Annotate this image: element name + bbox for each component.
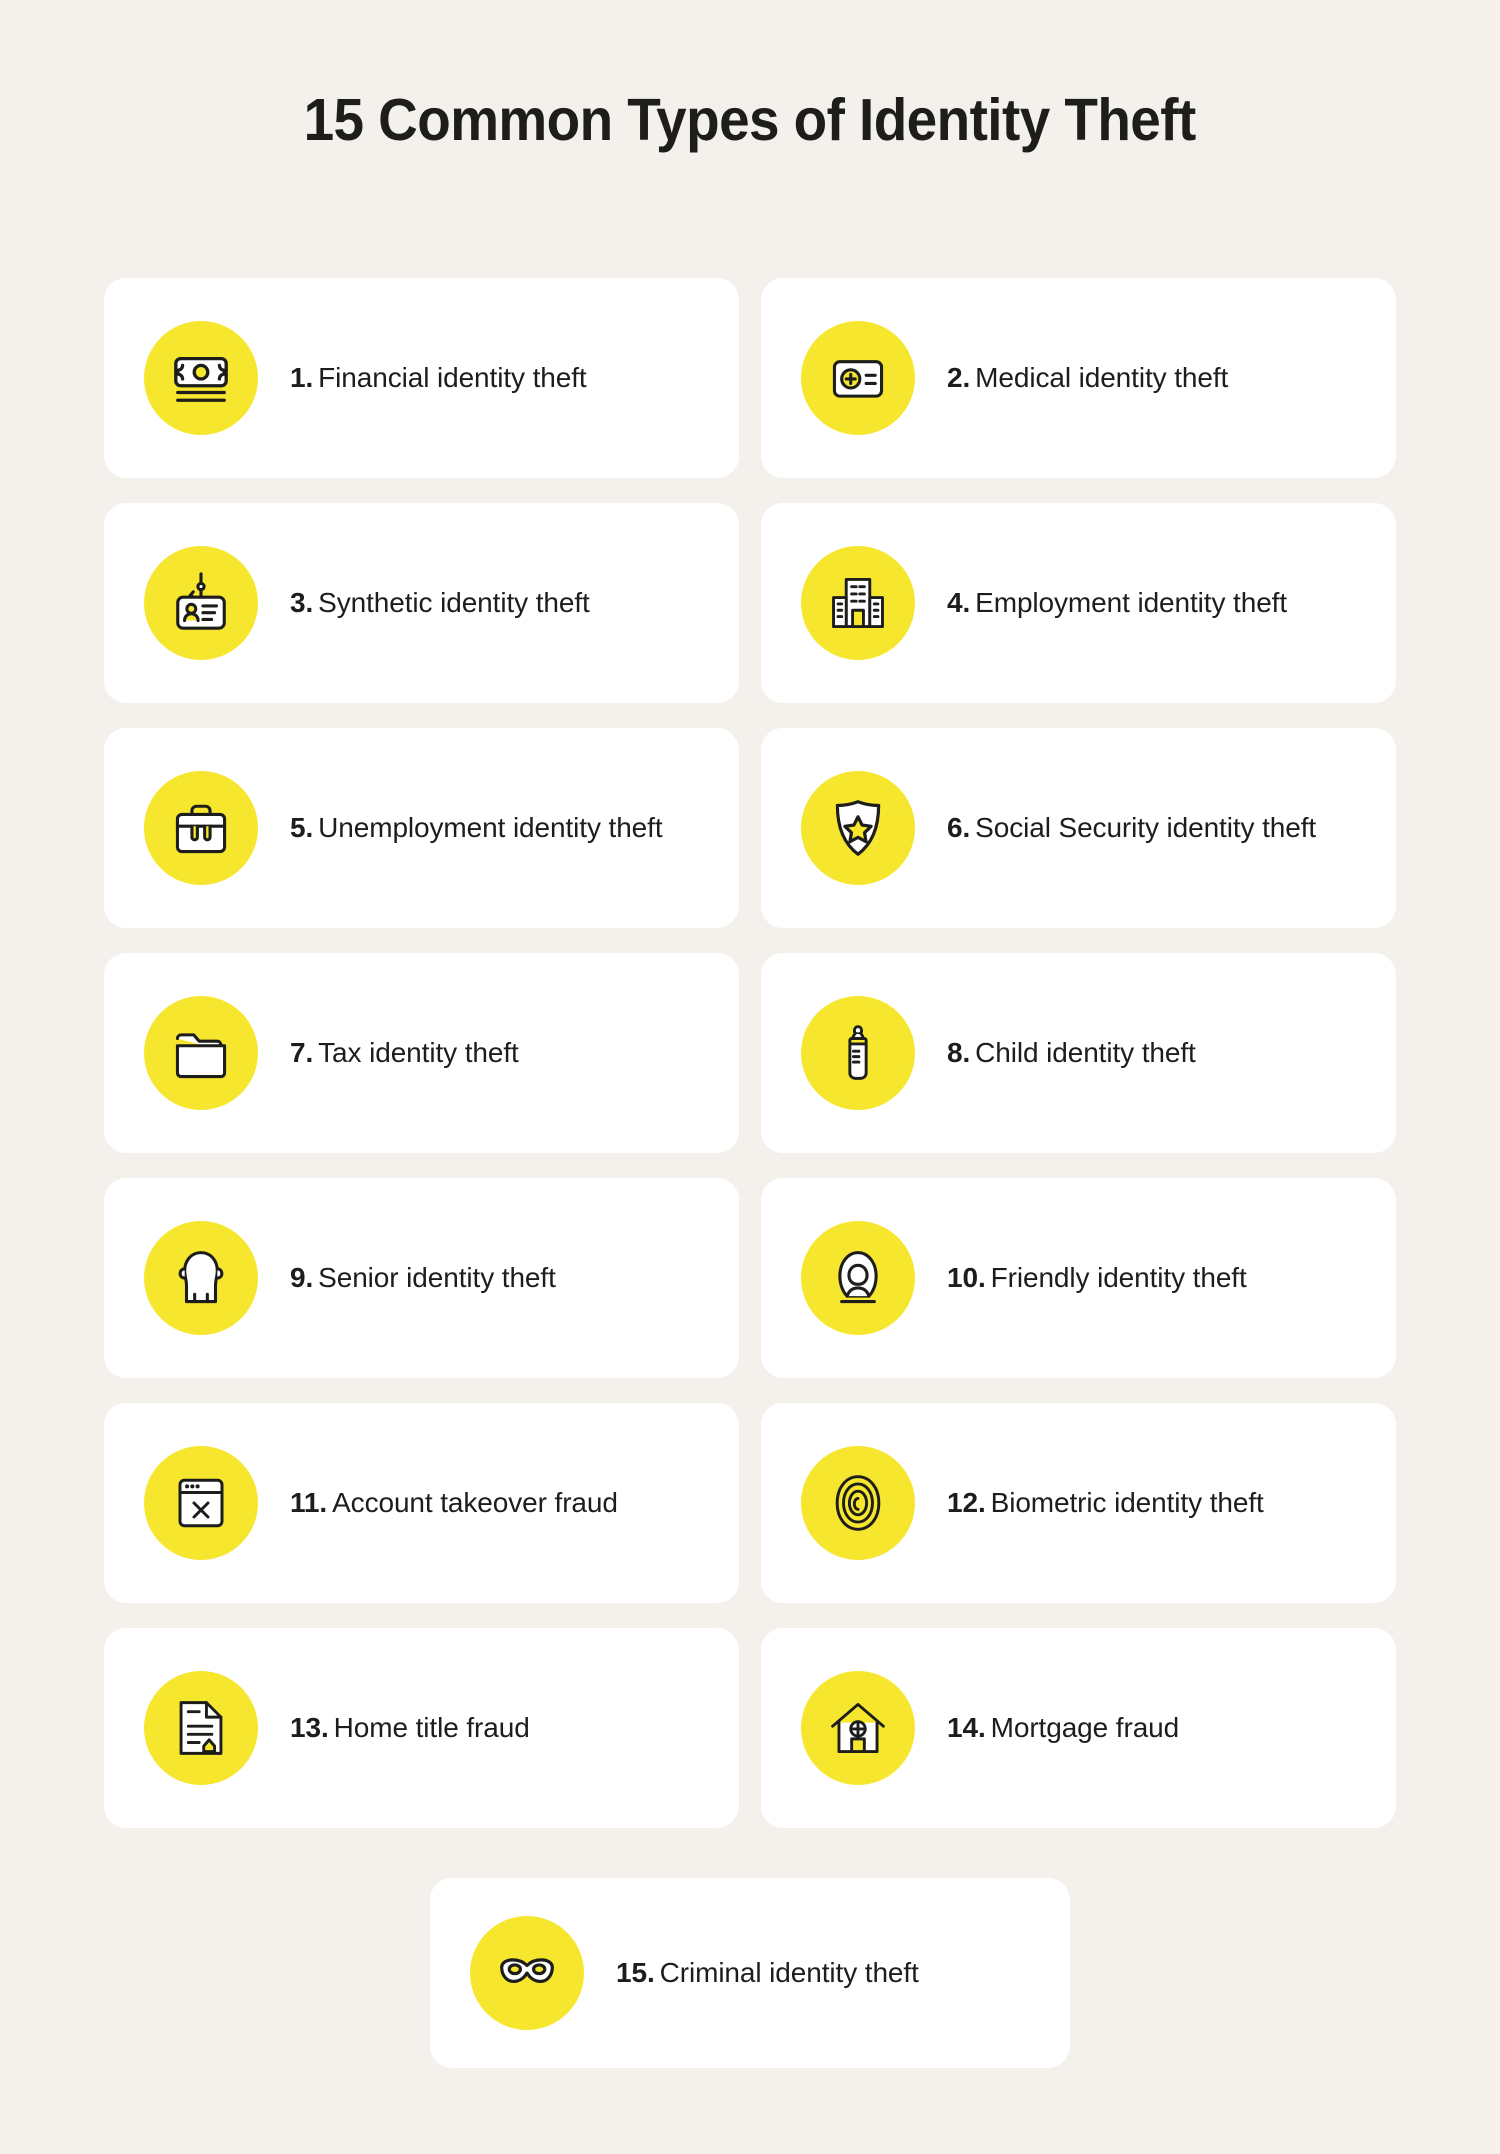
identity-theft-name: Child identity theft bbox=[975, 1037, 1196, 1069]
identity-theft-label: 11. Account takeover fraud bbox=[290, 1485, 618, 1521]
identity-theft-card: 12. Biometric identity theft bbox=[761, 1403, 1396, 1603]
identity-theft-card: 4. Employment identity theft bbox=[761, 503, 1396, 703]
identity-theft-number: 4. bbox=[947, 587, 971, 619]
identity-theft-card: 2. Medical identity theft bbox=[761, 278, 1396, 478]
identity-theft-card: 6. Social Security identity theft bbox=[761, 728, 1396, 928]
house-document-icon bbox=[144, 1671, 258, 1785]
identity-theft-name: Unemployment identity theft bbox=[318, 812, 663, 844]
identity-theft-name: Friendly identity theft bbox=[990, 1262, 1247, 1294]
identity-theft-name: Financial identity theft bbox=[318, 362, 587, 394]
last-card-row: 15. Criminal identity theft bbox=[104, 1878, 1396, 2068]
identity-theft-name: Social Security identity theft bbox=[975, 812, 1317, 844]
banknote-icon bbox=[144, 321, 258, 435]
identity-theft-label: 6. Social Security identity theft bbox=[947, 810, 1316, 846]
senior-head-icon bbox=[144, 1221, 258, 1335]
identity-theft-number: 3. bbox=[290, 587, 314, 619]
identity-theft-number: 13. bbox=[290, 1712, 329, 1744]
identity-theft-name: Tax identity theft bbox=[318, 1037, 519, 1069]
identity-theft-card: 8. Child identity theft bbox=[761, 953, 1396, 1153]
identity-theft-number: 8. bbox=[947, 1037, 971, 1069]
identity-theft-name: Home title fraud bbox=[333, 1712, 530, 1744]
identity-theft-card: 3. Synthetic identity theft bbox=[104, 503, 739, 703]
identity-theft-label: 7. Tax identity theft bbox=[290, 1035, 519, 1071]
office-building-icon bbox=[801, 546, 915, 660]
identity-theft-number: 7. bbox=[290, 1037, 314, 1069]
identity-theft-number: 6. bbox=[947, 812, 971, 844]
identity-theft-card: 7. Tax identity theft bbox=[104, 953, 739, 1153]
identity-theft-card: 10. Friendly identity theft bbox=[761, 1178, 1396, 1378]
identity-theft-name: Medical identity theft bbox=[975, 362, 1229, 394]
identity-theft-name: Senior identity theft bbox=[318, 1262, 556, 1294]
folder-icon bbox=[144, 996, 258, 1110]
identity-theft-label: 4. Employment identity theft bbox=[947, 585, 1287, 621]
house-icon bbox=[801, 1671, 915, 1785]
page-title: 15 Common Types of Identity Theft bbox=[303, 87, 1197, 153]
identity-theft-card-grid: 1. Financial identity theft 2. Medical ide… bbox=[104, 278, 1396, 2068]
identity-theft-number: 10. bbox=[947, 1262, 986, 1294]
identity-theft-label: 15. Criminal identity theft bbox=[616, 1955, 919, 1991]
infographic-poster: 15 Common Types of Identity Theft 1. Fina… bbox=[0, 0, 1500, 2154]
identity-theft-card: 9. Senior identity theft bbox=[104, 1178, 739, 1378]
identity-theft-label: 2. Medical identity theft bbox=[947, 360, 1228, 396]
title-section: 15 Common Types of Identity Theft bbox=[0, 0, 1500, 153]
shield-star-icon bbox=[801, 771, 915, 885]
identity-theft-name: Synthetic identity theft bbox=[318, 587, 590, 619]
identity-theft-label: 1. Financial identity theft bbox=[290, 360, 587, 396]
bandit-mask-icon bbox=[470, 1916, 584, 2030]
identity-theft-label: 8. Child identity theft bbox=[947, 1035, 1196, 1071]
identity-theft-number: 11. bbox=[290, 1487, 328, 1519]
identity-theft-name: Account takeover fraud bbox=[332, 1487, 618, 1519]
identity-theft-card: 1. Financial identity theft bbox=[104, 278, 739, 478]
identity-theft-number: 12. bbox=[947, 1487, 986, 1519]
briefcase-icon bbox=[144, 771, 258, 885]
identity-theft-label: 14. Mortgage fraud bbox=[947, 1710, 1179, 1746]
identity-theft-card: 13. Home title fraud bbox=[104, 1628, 739, 1828]
identity-theft-number: 2. bbox=[947, 362, 971, 394]
identity-theft-name: Criminal identity theft bbox=[659, 1957, 919, 1989]
identity-theft-label: 9. Senior identity theft bbox=[290, 1260, 556, 1296]
baby-bottle-icon bbox=[801, 996, 915, 1110]
identity-theft-card: 14. Mortgage fraud bbox=[761, 1628, 1396, 1828]
fingerprint-icon bbox=[801, 1446, 915, 1560]
identity-theft-label: 13. Home title fraud bbox=[290, 1710, 530, 1746]
identity-theft-card: 5. Unemployment identity theft bbox=[104, 728, 739, 928]
identity-theft-label: 10. Friendly identity theft bbox=[947, 1260, 1247, 1296]
identity-theft-number: 5. bbox=[290, 812, 314, 844]
identity-theft-number: 15. bbox=[616, 1957, 655, 1989]
id-badge-hook-icon bbox=[144, 546, 258, 660]
identity-theft-card: 11. Account takeover fraud bbox=[104, 1403, 739, 1603]
identity-theft-name: Employment identity theft bbox=[975, 587, 1288, 619]
identity-theft-number: 1. bbox=[290, 362, 314, 394]
hooded-person-icon bbox=[801, 1221, 915, 1335]
identity-theft-label: 12. Biometric identity theft bbox=[947, 1485, 1264, 1521]
identity-theft-label: 3. Synthetic identity theft bbox=[290, 585, 590, 621]
identity-theft-name: Mortgage fraud bbox=[990, 1712, 1180, 1744]
identity-theft-name: Biometric identity theft bbox=[990, 1487, 1264, 1519]
identity-theft-number: 14. bbox=[947, 1712, 986, 1744]
identity-theft-card: 15. Criminal identity theft bbox=[430, 1878, 1070, 2068]
identity-theft-number: 9. bbox=[290, 1262, 314, 1294]
identity-theft-label: 5. Unemployment identity theft bbox=[290, 810, 663, 846]
browser-window-x-icon bbox=[144, 1446, 258, 1560]
medical-card-icon bbox=[801, 321, 915, 435]
